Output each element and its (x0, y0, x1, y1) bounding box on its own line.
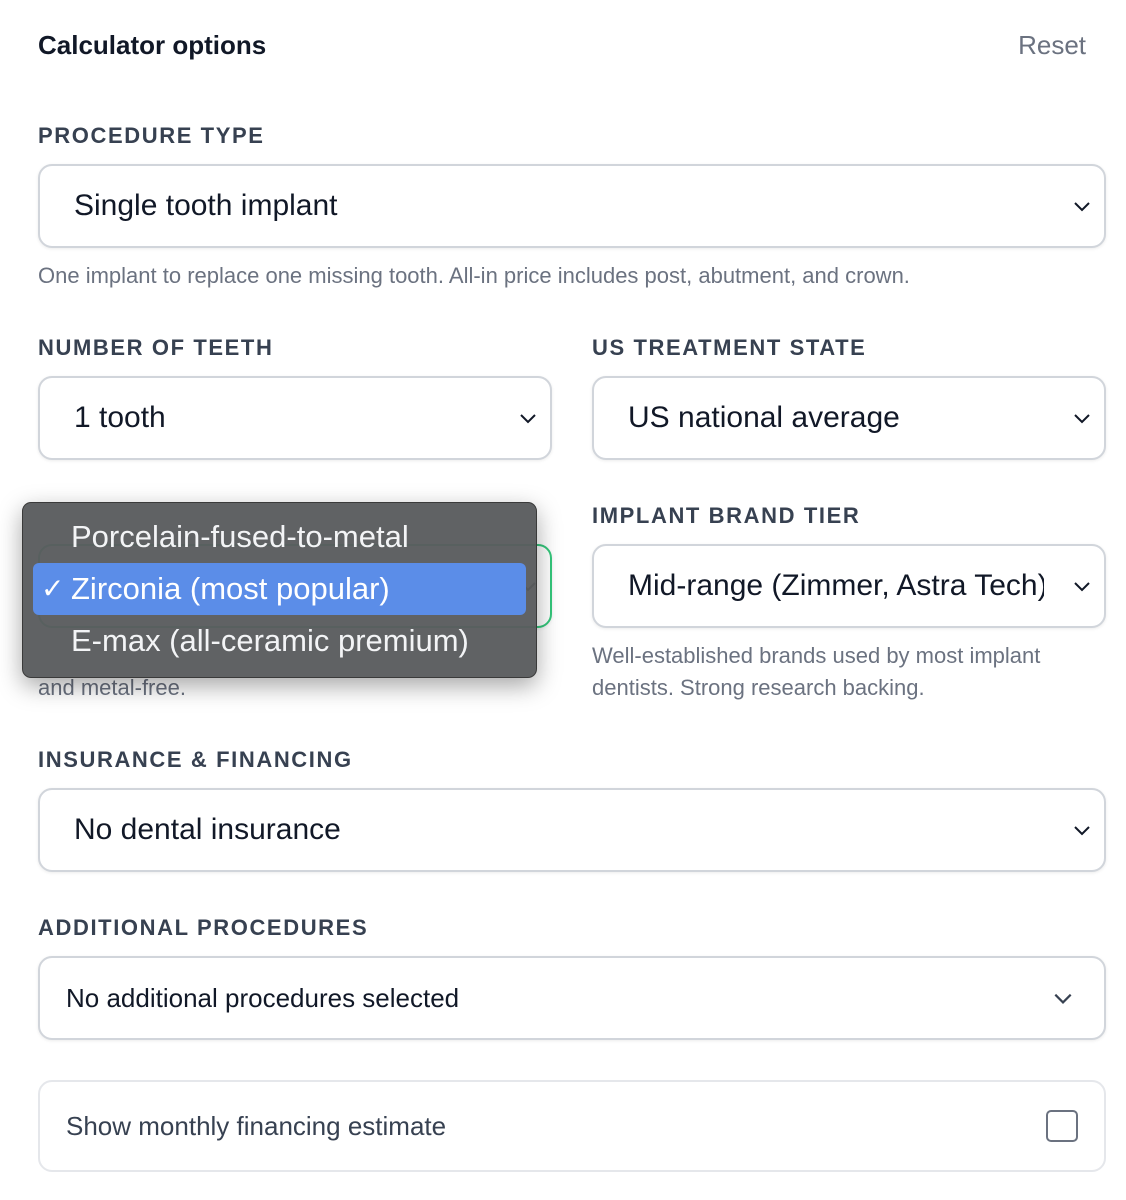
financing-estimate-label: Show monthly financing estimate (66, 1110, 447, 1141)
dropdown-option[interactable]: E-max (all-ceramic premium) (33, 615, 526, 667)
option-label: E-max (all-ceramic premium) (71, 623, 469, 658)
option-label: Zirconia (most popular) (71, 571, 390, 606)
treatment-state-value: US national average (628, 401, 900, 434)
treatment-state-label: US TREATMENT STATE (592, 335, 867, 360)
financing-estimate-checkbox[interactable] (1046, 1110, 1078, 1142)
additional-procedures-select[interactable]: No additional procedures selected (38, 956, 1106, 1040)
chevron-down-icon (1074, 582, 1090, 592)
insurance-label: INSURANCE & FINANCING (38, 747, 353, 772)
number-of-teeth-label: NUMBER OF TEETH (38, 335, 274, 360)
option-label: Porcelain-fused-to-metal (71, 519, 409, 554)
procedure-type-label: PROCEDURE TYPE (38, 123, 265, 148)
additional-procedures-value: No additional procedures selected (66, 982, 460, 1013)
insurance-select[interactable]: No dental insurance (38, 788, 1106, 872)
procedure-type-value: Single tooth implant (74, 189, 338, 222)
procedure-type-select[interactable]: Single tooth implant (38, 164, 1106, 248)
dropdown-option-selected[interactable]: ✓ Zirconia (most popular) (33, 563, 526, 615)
implant-brand-tier-select[interactable]: Mid-range (Zimmer, Astra Tech) (592, 544, 1106, 628)
dropdown-option[interactable]: Porcelain-fused-to-metal (33, 511, 526, 563)
checkmark-icon: ✓ (41, 573, 65, 604)
crown-material-dropdown: Porcelain-fused-to-metal ✓ Zirconia (mos… (22, 502, 537, 678)
chevron-down-icon (1054, 993, 1072, 1004)
additional-procedures-label: ADDITIONAL PROCEDURES (38, 915, 369, 940)
chevron-down-icon (1074, 826, 1090, 836)
implant-brand-tier-label: IMPLANT BRAND TIER (592, 503, 861, 528)
implant-brand-tier-value: Mid-range (Zimmer, Astra Tech) (628, 569, 1044, 602)
procedure-type-help: One implant to replace one missing tooth… (38, 263, 910, 288)
number-of-teeth-value: 1 tooth (74, 401, 166, 434)
treatment-state-select[interactable]: US national average (592, 376, 1106, 460)
header-title: Calculator options (38, 30, 267, 60)
chevron-down-icon (1074, 202, 1090, 212)
financing-estimate-row[interactable]: Show monthly financing estimate (38, 1080, 1106, 1172)
insurance-value: No dental insurance (74, 813, 341, 846)
implant-brand-tier-help: Well-established brands used by most imp… (592, 643, 1041, 700)
chevron-down-icon (1074, 414, 1090, 424)
number-of-teeth-select[interactable]: 1 tooth (38, 376, 552, 460)
chevron-down-icon (520, 414, 536, 424)
reset-link[interactable]: Reset (1018, 30, 1086, 61)
